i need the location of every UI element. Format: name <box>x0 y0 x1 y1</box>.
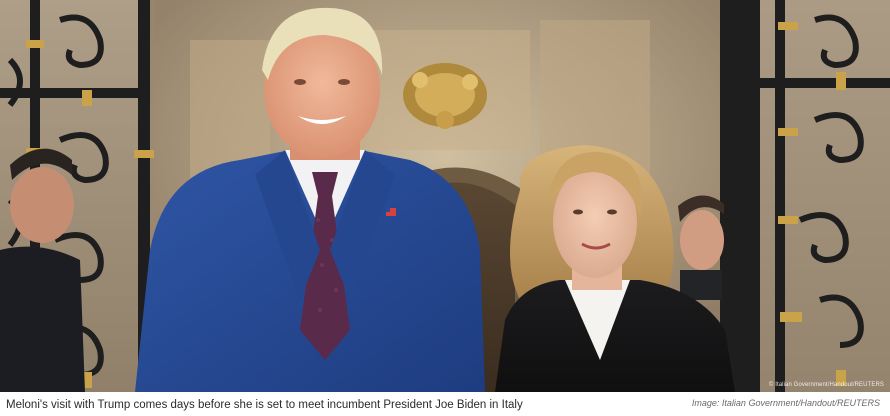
news-photo: © Italian Government/Handout/REUTERS <box>0 0 890 392</box>
caption-bar: Meloni's visit with Trump comes days bef… <box>0 392 890 416</box>
news-figure: © Italian Government/Handout/REUTERS Mel… <box>0 0 890 416</box>
right-iron-gate <box>720 0 890 392</box>
image-credit: Image: Italian Government/Handout/REUTER… <box>691 398 880 408</box>
photo-credit-overlay: © Italian Government/Handout/REUTERS <box>768 382 884 388</box>
photo-caption: Meloni's visit with Trump comes days bef… <box>6 399 523 411</box>
